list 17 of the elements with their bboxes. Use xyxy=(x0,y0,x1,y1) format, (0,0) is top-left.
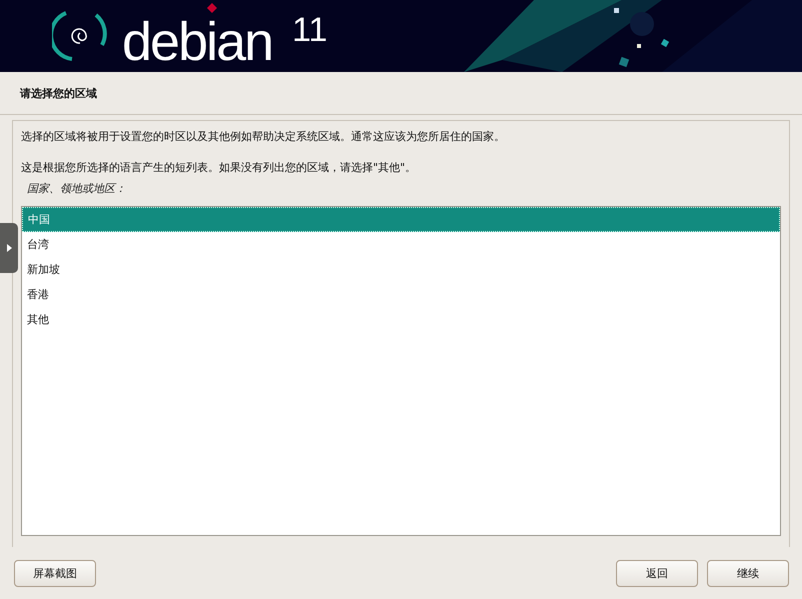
list-item[interactable]: 新加坡 xyxy=(22,257,780,282)
triangle-icon xyxy=(6,244,12,252)
list-item[interactable]: 香港 xyxy=(22,282,780,307)
list-label: 国家、领地或地区： xyxy=(27,181,127,196)
logo-text: debian xyxy=(122,18,272,67)
description-text: 选择的区域将被用于设置您的时区以及其他例如帮助决定系统区域。通常这应该为您所居住的国家。 xyxy=(21,129,506,144)
list-item[interactable]: 中国 xyxy=(22,207,780,232)
list-item[interactable]: 台湾 xyxy=(22,232,780,257)
screenshot-button[interactable]: 屏幕截图 xyxy=(14,560,96,586)
list-item[interactable]: 其他 xyxy=(22,307,780,332)
version-label: 11 xyxy=(292,13,328,47)
continue-button[interactable]: 继续 xyxy=(707,560,789,586)
side-handle[interactable] xyxy=(0,223,18,273)
description-text: 这是根据您所选择的语言产生的短列表。如果没有列出您的区域，请选择"其他"。 xyxy=(21,160,418,175)
back-button[interactable]: 返回 xyxy=(616,560,698,586)
page-title: 请选择您的区域 xyxy=(20,86,97,100)
diamond-icon xyxy=(207,3,217,13)
